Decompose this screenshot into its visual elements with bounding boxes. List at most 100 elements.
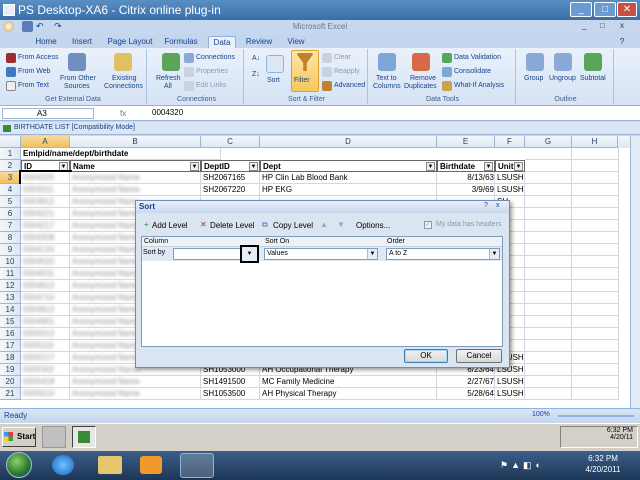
win7-clock[interactable]: 6:32 PM 4/20/2011	[570, 453, 636, 477]
move-up-icon[interactable]: ▲	[320, 220, 328, 229]
table-cell[interactable]: Emlpid/name/dept/birthdate	[21, 148, 221, 160]
ungroup-button[interactable]: Ungroup	[549, 75, 576, 82]
from-text-button[interactable]: From Text	[18, 82, 49, 89]
connections-button[interactable]: Connections	[196, 54, 235, 61]
col-header[interactable]: F	[495, 136, 525, 148]
table-cell[interactable]: LSUSH	[495, 184, 525, 196]
table-cell[interactable]: 0004217	[21, 220, 70, 232]
order-select[interactable]: A to Z ▼	[386, 248, 500, 260]
table-cell[interactable]	[525, 268, 572, 280]
table-cell[interactable]: 0003311	[21, 184, 70, 196]
row-header[interactable]: 15	[0, 316, 21, 328]
row-header[interactable]: 5	[0, 196, 21, 208]
table-cell[interactable]: LSUSH	[495, 376, 525, 388]
table-cell[interactable]: 0004308	[21, 232, 70, 244]
row-header[interactable]: 17	[0, 340, 21, 352]
move-down-icon[interactable]: ▼	[337, 220, 345, 229]
table-cell[interactable]: 0005012	[21, 328, 70, 340]
maximize-button[interactable]: □	[594, 2, 616, 17]
table-cell[interactable]	[525, 196, 572, 208]
row-header[interactable]: 13	[0, 292, 21, 304]
table-cell[interactable]	[572, 316, 619, 328]
table-cell[interactable]: ID ▼	[21, 160, 70, 172]
from-other-sources-button[interactable]: From Other	[60, 75, 96, 82]
row-header[interactable]: 18	[0, 352, 21, 364]
table-cell[interactable]: 0005510	[21, 388, 70, 400]
filter-dropdown-icon[interactable]: ▼	[190, 162, 199, 171]
tab-home[interactable]: Home	[28, 36, 64, 48]
headers-checkbox[interactable]: ✓	[424, 221, 432, 229]
row-header[interactable]: 3	[0, 172, 21, 184]
excel-minimize-icon[interactable]: _	[582, 21, 593, 32]
table-cell[interactable]: SH1491500	[201, 376, 260, 388]
col-header[interactable]: C	[201, 136, 260, 148]
table-cell[interactable]	[525, 184, 572, 196]
subtotal-button[interactable]: Subtotal	[580, 75, 606, 82]
table-cell[interactable]	[572, 268, 619, 280]
table-cell[interactable]: 0004320	[19, 170, 72, 186]
table-cell[interactable]	[525, 244, 572, 256]
row-header[interactable]: 20	[0, 376, 21, 388]
table-cell[interactable]	[525, 232, 572, 244]
table-cell[interactable]	[572, 304, 619, 316]
table-cell[interactable]: HP EKG	[260, 184, 437, 196]
close-button[interactable]: ✕	[617, 2, 637, 17]
dialog-close-icon[interactable]: x	[496, 202, 506, 212]
table-cell[interactable]: 0005110	[21, 340, 70, 352]
table-cell[interactable]	[525, 316, 572, 328]
row-header[interactable]: 19	[0, 364, 21, 376]
filter-dropdown-icon[interactable]: ▼	[249, 162, 258, 171]
sort-az-icon[interactable]: A↓	[252, 55, 262, 65]
remove-duplicates-button[interactable]: Remove	[410, 75, 436, 82]
table-cell[interactable]: Anonymized Name	[70, 376, 201, 388]
table-cell[interactable]: 0004133	[21, 244, 70, 256]
data-validation-button[interactable]: Data Validation	[454, 54, 501, 61]
table-cell[interactable]	[525, 208, 572, 220]
table-cell[interactable]	[572, 328, 619, 340]
tab-review[interactable]: Review	[242, 36, 276, 48]
table-cell[interactable]: Anonymized Name	[70, 184, 201, 196]
table-cell[interactable]: 0004710	[21, 292, 70, 304]
table-cell[interactable]	[572, 340, 619, 352]
row-header[interactable]: 8	[0, 232, 21, 244]
text-to-columns-button[interactable]: Text to	[376, 75, 397, 82]
ok-button[interactable]: OK	[404, 349, 448, 363]
table-cell[interactable]: Birthdate ▼	[437, 160, 495, 172]
filter-dropdown-icon[interactable]: ▼	[59, 162, 68, 171]
table-cell[interactable]	[525, 388, 572, 400]
table-cell[interactable]	[525, 160, 572, 172]
sort-on-select[interactable]: Values ▼	[264, 248, 378, 260]
table-cell[interactable]	[525, 328, 572, 340]
table-cell[interactable]: 5/28/64	[437, 388, 495, 400]
table-cell[interactable]	[572, 160, 619, 172]
table-cell[interactable]	[572, 232, 619, 244]
row-header[interactable]: 14	[0, 304, 21, 316]
table-cell[interactable]	[572, 364, 619, 376]
citrix-taskbar-button[interactable]	[180, 453, 214, 478]
col-header[interactable]: B	[70, 136, 201, 148]
media-player-icon[interactable]	[140, 456, 162, 474]
consolidate-button[interactable]: Consolidate	[454, 68, 491, 75]
delete-level-button[interactable]: Delete Level	[210, 221, 254, 230]
row-header[interactable]: 11	[0, 268, 21, 280]
column-dropdown-arrow[interactable]: ▼	[240, 245, 259, 263]
refresh-all-button[interactable]: Refresh	[156, 75, 181, 82]
table-cell[interactable]: 0005302	[21, 364, 70, 376]
row-header[interactable]: 4	[0, 184, 21, 196]
table-cell[interactable]: Dept ▼	[260, 160, 437, 172]
group-button[interactable]: Group	[524, 75, 543, 82]
windows-start-orb-icon[interactable]	[6, 452, 32, 478]
table-cell[interactable]	[525, 376, 572, 388]
table-cell[interactable]	[525, 304, 572, 316]
row-header[interactable]: 1	[0, 148, 21, 160]
table-cell[interactable]: LSUSH	[495, 388, 525, 400]
tab-view[interactable]: View	[282, 36, 310, 48]
filter-button[interactable]: Filter	[294, 77, 310, 84]
table-cell[interactable]: LSUSH	[495, 172, 525, 184]
properties-button[interactable]: Properties	[196, 68, 228, 75]
table-cell[interactable]	[572, 220, 619, 232]
vertical-scrollbar[interactable]	[630, 136, 640, 408]
table-cell[interactable]: Name ▼	[70, 160, 201, 172]
table-cell[interactable]	[525, 292, 572, 304]
table-cell[interactable]: 0005217	[21, 352, 70, 364]
